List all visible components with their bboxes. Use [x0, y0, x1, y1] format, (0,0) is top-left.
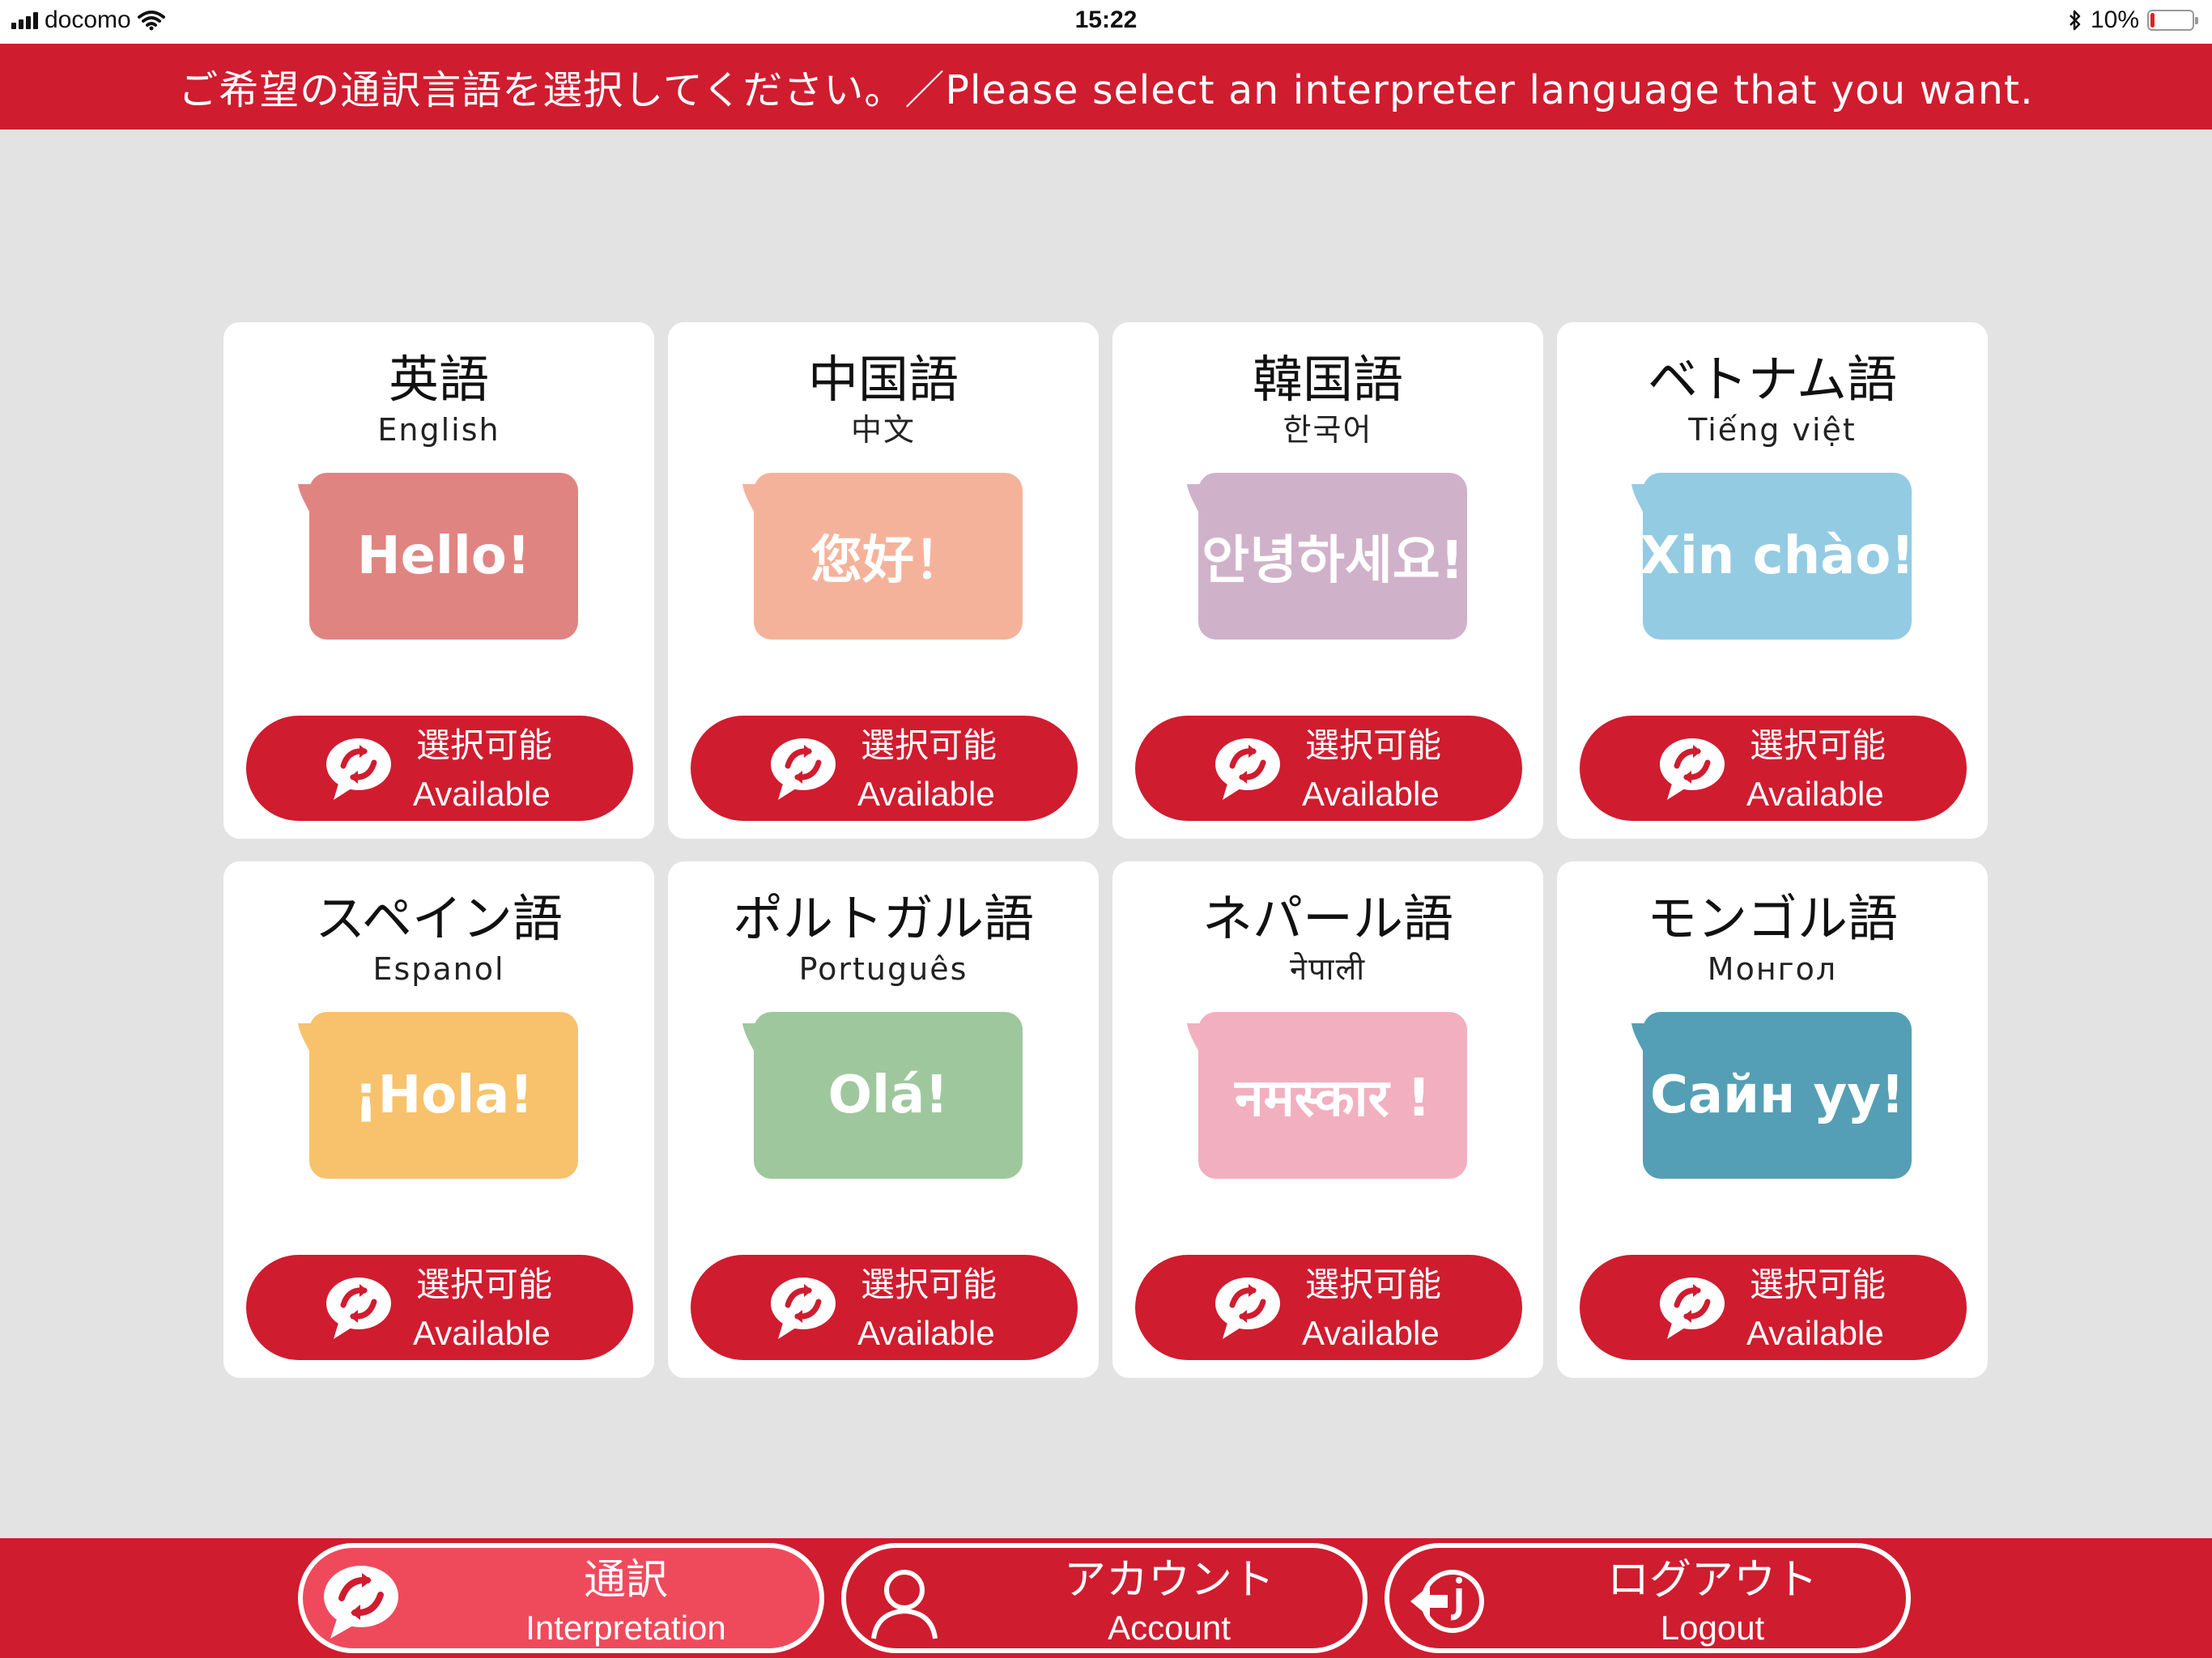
- available-button[interactable]: 選択可能 Available: [1135, 1255, 1522, 1360]
- status-bar: docomo 15:22 10%: [0, 0, 2212, 44]
- language-title: スペイン語: [315, 889, 563, 948]
- greeting-text: Сайн уу!: [1649, 1065, 1905, 1125]
- greeting-text: Hello!: [357, 526, 530, 586]
- language-card-2[interactable]: 韓国語 한국어 안녕하세요! 選択可能 Available: [1112, 322, 1543, 839]
- account-icon: [871, 1570, 938, 1639]
- language-native-name: 한국어: [1283, 412, 1373, 448]
- greeting-speech-bubble: 您好！: [754, 473, 1023, 640]
- language-title: 韓国語: [1252, 350, 1403, 409]
- battery-icon: [2147, 10, 2198, 31]
- available-button[interactable]: 選択可能 Available: [1580, 716, 1967, 821]
- interpretation-icon: [771, 738, 836, 800]
- interpretation-icon: [1660, 1278, 1725, 1339]
- language-native-name: Монгол: [1707, 951, 1838, 987]
- language-title: ネパール語: [1202, 889, 1453, 948]
- interpretation-icon: [324, 1566, 398, 1639]
- language-title: ポルトガル語: [732, 889, 1034, 948]
- language-native-name: Tiếng việt: [1688, 412, 1857, 448]
- interpretation-icon: [1215, 738, 1280, 800]
- language-title: モンゴル語: [1646, 889, 1898, 948]
- greeting-speech-bubble: नमस्कार !: [1198, 1012, 1467, 1179]
- available-label-jp: 選択可能: [861, 1265, 998, 1304]
- available-label-jp: 選択可能: [1305, 1265, 1442, 1304]
- nav-account-label-en: Account: [1108, 1609, 1231, 1647]
- available-label-en: Available: [1302, 1314, 1440, 1352]
- interpretation-icon: [1215, 1278, 1280, 1339]
- language-card-6[interactable]: ネパール語 नेपाली नमस्कार ! 選択可能 Available: [1112, 861, 1543, 1378]
- greeting-speech-bubble: Olá!: [754, 1012, 1023, 1179]
- language-card-4[interactable]: スペイン語 Espanol ¡Hola! 選択可能 Available: [223, 861, 654, 1378]
- available-label-en: Available: [1746, 1314, 1884, 1352]
- available-button[interactable]: 選択可能 Available: [246, 716, 633, 821]
- available-button[interactable]: 選択可能 Available: [691, 716, 1078, 821]
- greeting-text: 您好！: [810, 531, 966, 591]
- available-label-jp: 選択可能: [861, 725, 998, 765]
- language-native-name: Espanol: [372, 951, 505, 987]
- status-right: 10%: [2068, 6, 2198, 34]
- interpretation-icon: [326, 1278, 391, 1339]
- available-label-en: Available: [857, 1314, 995, 1352]
- greeting-speech-bubble: Hello!: [309, 473, 578, 640]
- language-title: ベトナム語: [1647, 350, 1898, 409]
- available-button[interactable]: 選択可能 Available: [1135, 716, 1522, 821]
- battery-level: [2150, 13, 2155, 28]
- language-grid: 英語 English Hello! 選択可能 Available 中国語 中文: [223, 322, 1989, 1380]
- nav-interpretation-button[interactable]: 通訳 Interpretation: [298, 1543, 824, 1653]
- available-label-en: Available: [857, 775, 995, 813]
- nav-logout-label-jp: ログアウト: [1606, 1556, 1818, 1605]
- language-card-5[interactable]: ポルトガル語 Português Olá! 選択可能 Available: [668, 861, 1099, 1378]
- bluetooth-icon: [2069, 10, 2081, 31]
- greeting-text: Olá!: [827, 1065, 949, 1125]
- available-button[interactable]: 選択可能 Available: [246, 1255, 633, 1360]
- interpretation-icon: [771, 1278, 836, 1339]
- language-native-name: नेपाली: [1289, 951, 1367, 987]
- available-button[interactable]: 選択可能 Available: [1580, 1255, 1967, 1360]
- interpretation-icon: [326, 738, 391, 800]
- available-label-en: Available: [413, 1314, 551, 1352]
- language-card-0[interactable]: 英語 English Hello! 選択可能 Available: [223, 322, 654, 839]
- language-title: 中国語: [807, 350, 959, 409]
- greeting-speech-bubble: ¡Hola!: [309, 1012, 578, 1179]
- status-time: 15:22: [1074, 6, 1138, 33]
- greeting-text: Xin chào!: [1640, 526, 1915, 586]
- battery-percent: 10%: [2090, 6, 2139, 33]
- nav-logout-label-en: Logout: [1660, 1609, 1765, 1647]
- logout-icon: [1410, 1570, 1484, 1633]
- greeting-text: ¡Hola!: [354, 1065, 534, 1125]
- available-label-en: Available: [413, 775, 551, 813]
- nav-interpretation-label-en: Interpretation: [525, 1609, 726, 1647]
- bottom-nav: 通訳 Interpretation アカウント Account ログアウト Lo…: [0, 1538, 2212, 1658]
- nav-interpretation-label-jp: 通訳: [583, 1556, 668, 1605]
- interpretation-icon: [1660, 738, 1725, 800]
- language-native-name: Português: [798, 951, 968, 987]
- nav-account-label-jp: アカウント: [1063, 1556, 1274, 1605]
- available-label-jp: 選択可能: [1305, 725, 1442, 765]
- language-native-name: English: [377, 412, 500, 448]
- language-card-1[interactable]: 中国語 中文 您好！ 選択可能 Available: [668, 322, 1099, 839]
- nav-logout-button[interactable]: ログアウト Logout: [1385, 1543, 1911, 1653]
- available-label-jp: 選択可能: [416, 725, 553, 765]
- available-label-en: Available: [1302, 775, 1440, 813]
- greeting-speech-bubble: Xin chào!: [1640, 473, 1915, 640]
- page-header: ご希望の通訳言語を選択してください。／Please select an inte…: [0, 44, 2212, 130]
- available-label-jp: 選択可能: [1750, 725, 1887, 765]
- language-title: 英語: [388, 350, 489, 409]
- language-native-name: 中文: [850, 412, 916, 448]
- available-label-jp: 選択可能: [1750, 1265, 1887, 1304]
- greeting-speech-bubble: 안녕하세요!: [1198, 473, 1467, 640]
- available-label-jp: 選択可能: [416, 1265, 553, 1304]
- language-card-3[interactable]: ベトナム語 Tiếng việt Xin chào! 選択可能 Availabl…: [1557, 322, 1988, 839]
- nav-account-button[interactable]: アカウント Account: [841, 1543, 1368, 1653]
- available-button[interactable]: 選択可能 Available: [691, 1255, 1078, 1360]
- header-prompt: ご希望の通訳言語を選択してください。／Please select an inte…: [178, 66, 2034, 113]
- greeting-text: नमस्कार !: [1234, 1068, 1431, 1129]
- greeting-text: 안녕하세요!: [1202, 531, 1464, 591]
- language-card-7[interactable]: モンゴル語 Монгол Сайн уу! 選択可能 Available: [1557, 861, 1988, 1378]
- greeting-speech-bubble: Сайн уу!: [1643, 1012, 1912, 1179]
- available-label-en: Available: [1746, 775, 1884, 813]
